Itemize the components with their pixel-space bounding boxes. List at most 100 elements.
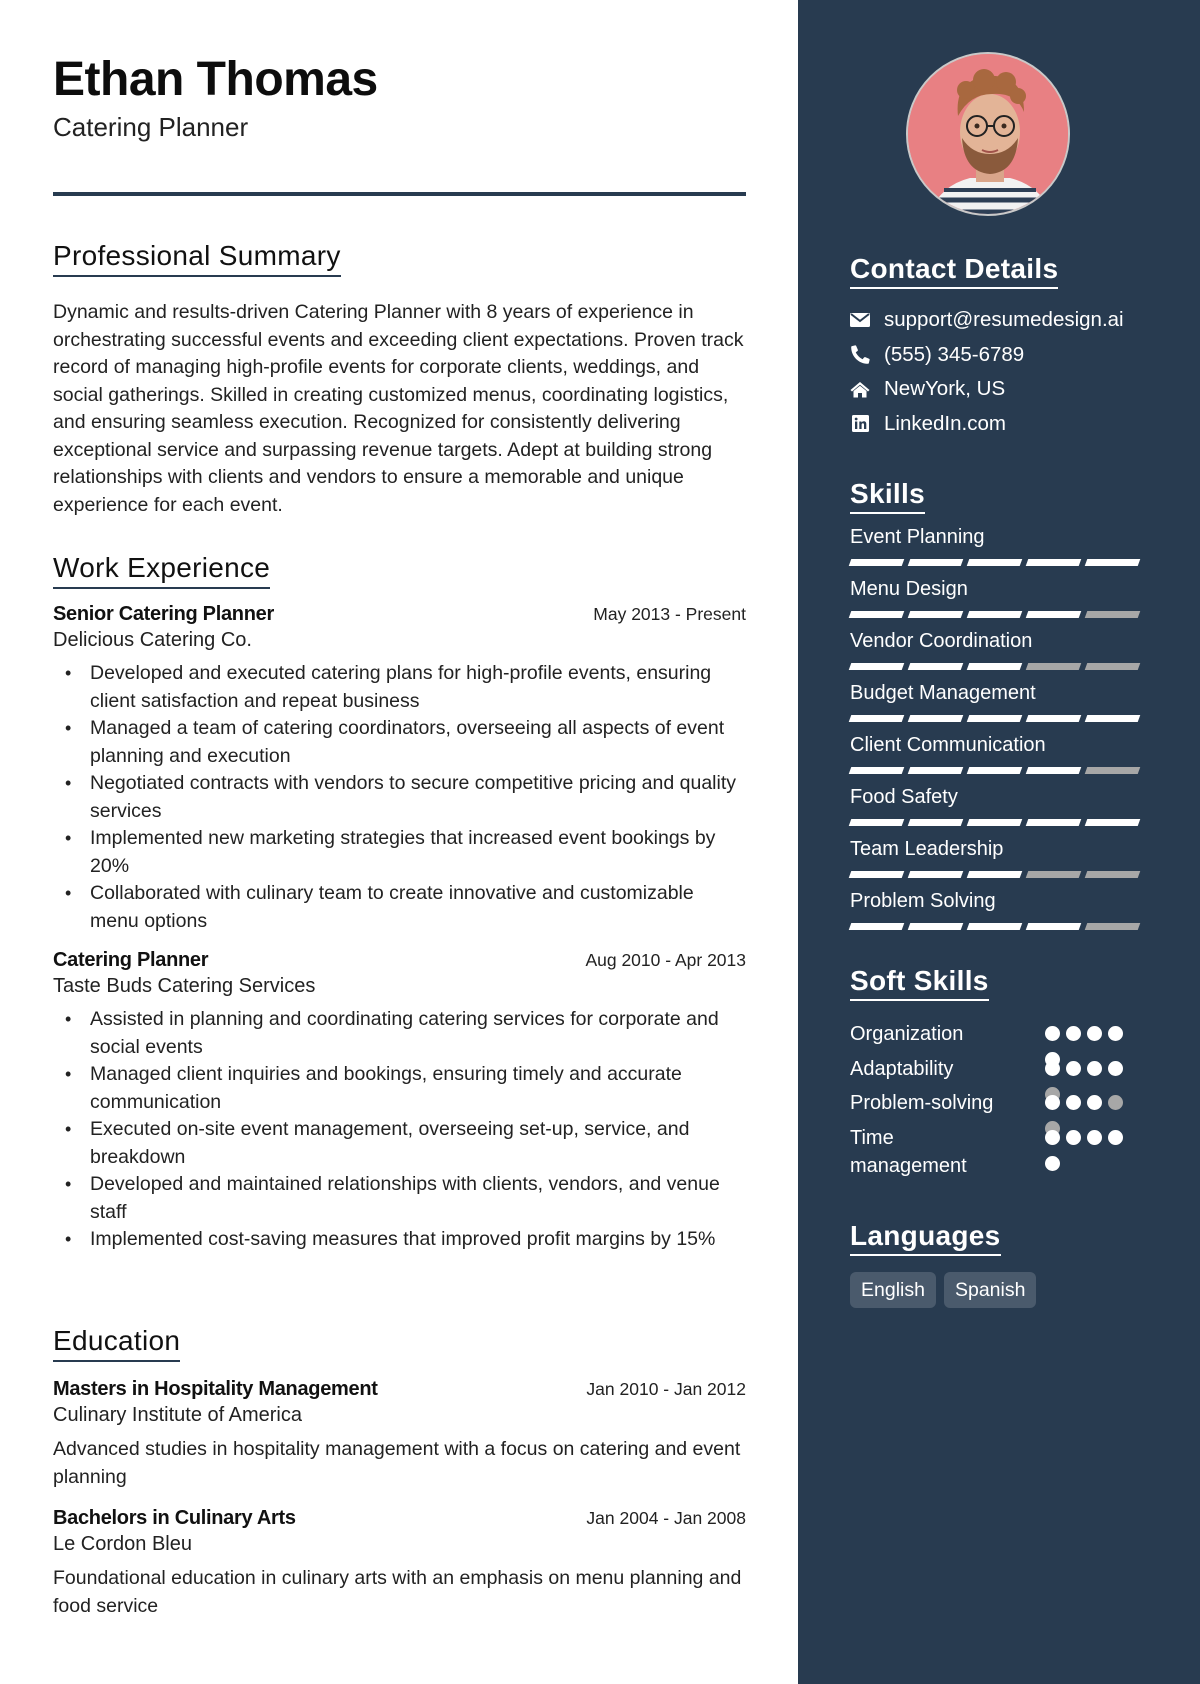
contact-phone[interactable]: (555) 345-6789	[850, 338, 1170, 373]
skill-segment-filled	[907, 871, 964, 878]
skill-level-bar	[848, 819, 1150, 826]
job-title: Catering Planner	[53, 949, 209, 971]
job-bullets: Developed and executed catering plans fo…	[53, 660, 746, 935]
soft-skill-item: Problem-solving	[850, 1086, 1170, 1136]
skill-name: Vendor Coordination	[850, 630, 1033, 652]
skill-segment-filled	[1025, 715, 1082, 722]
skill-segment-filled	[966, 663, 1023, 670]
rating-dot-empty	[1108, 1095, 1123, 1110]
soft-skill-rating	[1045, 1017, 1123, 1067]
contact-location-text: NewYork, US	[884, 377, 1006, 401]
work-experience-section: Work Experience Senior Catering Planner …	[53, 552, 746, 1254]
contact-email-text: support@resumedesign.ai	[884, 308, 1124, 332]
skill-segment-filled	[966, 819, 1023, 826]
section-heading: Professional Summary	[53, 240, 341, 277]
rating-dot-filled	[1045, 1060, 1060, 1076]
company-name: Delicious Catering Co.	[53, 629, 252, 651]
contact-location: NewYork, US	[850, 372, 1170, 407]
contact-linkedin[interactable]: LinkedIn.com	[850, 407, 1170, 442]
rating-dot-filled	[1087, 1095, 1102, 1110]
phone-icon	[850, 345, 870, 365]
header-divider	[53, 192, 746, 196]
skill-segment-filled	[848, 923, 905, 930]
rating-dot-filled	[1108, 1060, 1123, 1076]
job-bullets: Assisted in planning and coordinating ca…	[53, 1006, 746, 1254]
skill-segment-filled	[848, 611, 905, 618]
soft-skill-rating	[1045, 1121, 1123, 1171]
skill-segment-empty	[1084, 767, 1141, 774]
bullet-item: Assisted in planning and coordinating ca…	[53, 1006, 746, 1061]
skill-level-bar	[848, 767, 1150, 774]
rating-dot-filled	[1066, 1095, 1081, 1110]
language-badge: Spanish	[943, 1272, 1037, 1308]
home-icon	[850, 379, 870, 399]
contact-phone-text: (555) 345-6789	[884, 342, 1025, 366]
skill-segment-filled	[848, 715, 905, 722]
skill-level-bar	[848, 611, 1150, 618]
skill-segment-empty	[1084, 663, 1141, 670]
skill-segment-filled	[966, 715, 1023, 722]
contact-linkedin-text: LinkedIn.com	[884, 411, 1006, 435]
education-description: Foundational education in culinary arts …	[53, 1567, 742, 1617]
skill-segment-filled	[907, 611, 964, 618]
soft-skill-name: Problem-solving	[850, 1092, 994, 1114]
rating-dot-filled	[1066, 1129, 1081, 1145]
bullet-item: Managed a team of catering coordinators,…	[53, 715, 746, 770]
soft-skill-name: Time management	[850, 1126, 967, 1177]
skill-segment-filled	[966, 871, 1023, 878]
skill-segment-filled	[848, 767, 905, 774]
skill-segment-empty	[1025, 871, 1082, 878]
education-dates: Jan 2004 - Jan 2008	[586, 1508, 746, 1528]
skill-item: Vendor Coordination	[848, 628, 1150, 670]
skill-name: Problem Solving	[850, 890, 996, 912]
skill-segment-filled	[848, 663, 905, 670]
skill-level-bar	[848, 871, 1150, 878]
section-heading: Languages	[850, 1220, 1001, 1256]
education-entry: Bachelors in Culinary Arts Jan 2004 - Ja…	[53, 1507, 746, 1620]
rating-dot-filled	[1045, 1155, 1060, 1171]
skill-item: Event Planning	[848, 524, 1150, 566]
education-entry: Masters in Hospitality Management Jan 20…	[53, 1378, 746, 1491]
skill-segment-filled	[1025, 611, 1082, 618]
skill-segment-empty	[1084, 871, 1141, 878]
candidate-name: Ethan Thomas	[53, 53, 378, 106]
skill-segment-filled	[966, 559, 1023, 566]
linkedin-icon	[850, 414, 870, 434]
soft-skill-rating	[1045, 1086, 1123, 1136]
bullet-item: Executed on-site event management, overs…	[53, 1116, 746, 1171]
person-portrait-icon	[908, 54, 1068, 214]
soft-skill-item: Time management	[850, 1121, 1170, 1177]
contact-details-section: Contact Details support@resumedesign.ai …	[850, 253, 1170, 441]
job-dates: Aug 2010 - Apr 2013	[585, 950, 746, 970]
bullet-item: Collaborated with culinary team to creat…	[53, 880, 746, 935]
school-name: Culinary Institute of America	[53, 1404, 302, 1426]
rating-dot-filled	[1066, 1026, 1081, 1041]
language-badge: English	[850, 1272, 936, 1308]
skill-segment-filled	[1084, 559, 1141, 566]
skill-level-bar	[848, 923, 1150, 930]
contact-email[interactable]: support@resumedesign.ai	[850, 303, 1170, 338]
skill-segment-filled	[1025, 819, 1082, 826]
rating-dot-filled	[1045, 1095, 1060, 1110]
rating-dot-filled	[1087, 1129, 1102, 1145]
skill-name: Team Leadership	[850, 838, 1004, 860]
education-section: Education Masters in Hospitality Managem…	[53, 1325, 746, 1620]
candidate-title: Catering Planner	[53, 112, 249, 142]
bullet-item: Developed and maintained relationships w…	[53, 1171, 746, 1226]
skill-segment-empty	[1084, 923, 1141, 930]
degree-title: Bachelors in Culinary Arts	[53, 1507, 296, 1529]
job-entry: Senior Catering Planner May 2013 - Prese…	[53, 603, 746, 935]
education-dates: Jan 2010 - Jan 2012	[586, 1379, 746, 1399]
skill-level-bar	[848, 663, 1150, 670]
skill-segment-filled	[1025, 559, 1082, 566]
rating-dot-filled	[1108, 1129, 1123, 1145]
degree-title: Masters in Hospitality Management	[53, 1378, 378, 1400]
skill-segment-empty	[1025, 663, 1082, 670]
skill-segment-filled	[848, 819, 905, 826]
rating-dot-filled	[1108, 1026, 1123, 1041]
soft-skills-list: Organization Adaptability Problem-solving T…	[850, 1017, 1170, 1177]
skill-segment-filled	[1025, 767, 1082, 774]
section-heading: Work Experience	[53, 552, 271, 589]
bullet-item: Negotiated contracts with vendors to sec…	[53, 770, 746, 825]
skill-segment-filled	[1084, 715, 1141, 722]
